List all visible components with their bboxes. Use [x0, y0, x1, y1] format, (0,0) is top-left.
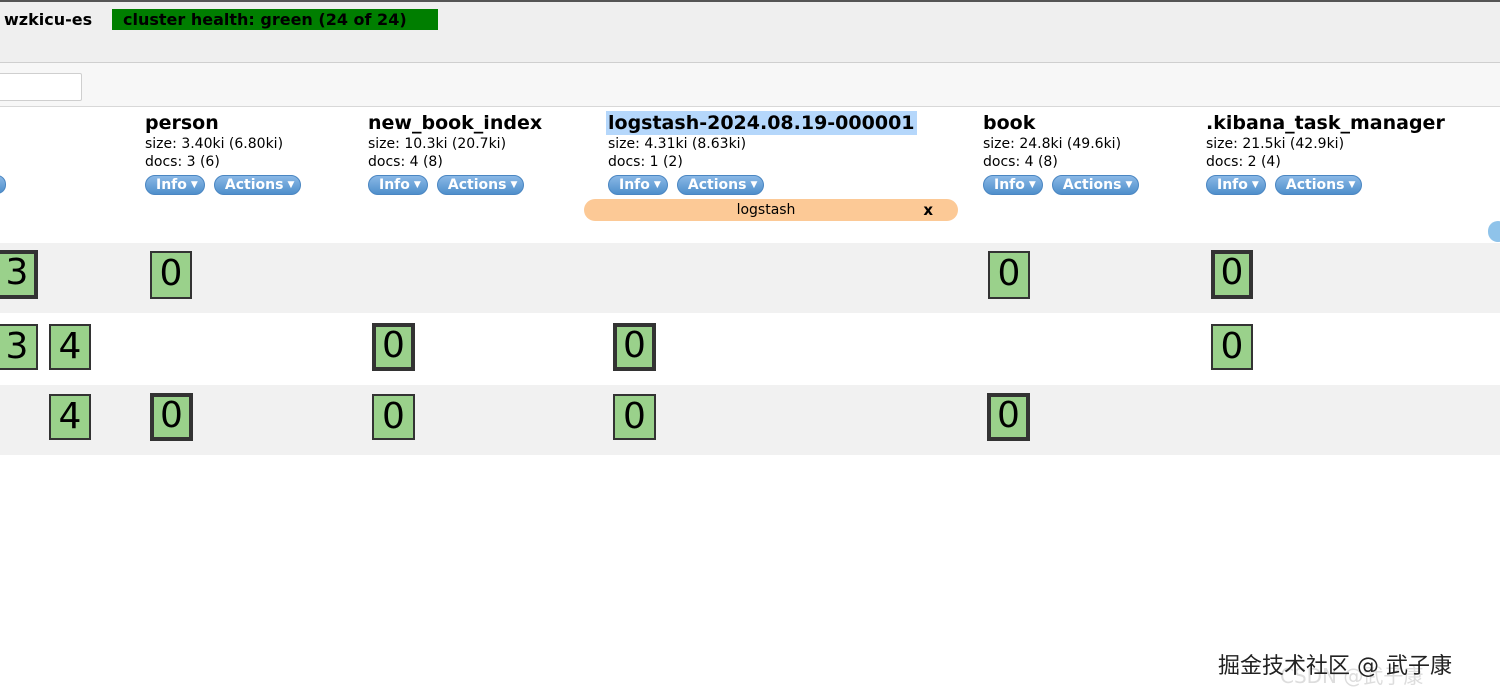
index-name: logstash-2024.08.19-000001 [606, 111, 917, 135]
shard-box[interactable]: 0 [987, 393, 1030, 441]
info-label: Info [994, 177, 1025, 193]
cluster-header: wzkicu-es cluster health: green (24 of 2… [0, 0, 1500, 63]
index-column-person: person size: 3.40ki (6.80ki) docs: 3 (6)… [145, 111, 305, 195]
caret-down-icon: ▼ [750, 180, 758, 190]
actions-button[interactable]: Actions ▼ [436, 175, 525, 195]
caret-down-icon: ▼ [1251, 180, 1259, 190]
shard-box[interactable]: 0 [372, 394, 415, 440]
index-size: size: 24.8ki (49.6ki) [983, 136, 1122, 152]
shard-box[interactable]: 4 [49, 394, 91, 440]
actions-label: Actions [1285, 177, 1345, 193]
node-row: 3 0 0 0 [0, 243, 1500, 313]
caret-down-icon: ▼ [287, 180, 295, 190]
index-name: person [145, 112, 219, 134]
actions-button[interactable]: Actions ▼ [676, 175, 765, 195]
index-column-kibana-task-manager: .kibana_task_manager size: 21.5ki (42.9k… [1206, 111, 1445, 195]
info-button[interactable]: Info ▼ [983, 175, 1043, 195]
shard-box[interactable]: 0 [150, 393, 193, 441]
cluster-name: wzkicu-es [4, 10, 93, 29]
index-docs: docs: 2 (4) [1206, 154, 1281, 170]
index-size: size: 4.31ki (8.63ki) [608, 136, 747, 152]
shard-box[interactable]: 0 [988, 251, 1030, 299]
info-label: Info [619, 177, 650, 193]
index-name: .kibana_task_manager [1206, 112, 1445, 134]
info-button[interactable]: Info ▼ [608, 175, 668, 195]
index-column-logstash: logstash-2024.08.19-000001 size: 4.31ki … [606, 111, 917, 195]
watermark: 掘金技术社区 @ 武子康 [1218, 654, 1452, 679]
index-size: size: 10.3ki (20.7ki) [368, 136, 507, 152]
caret-down-icon: ▼ [653, 180, 661, 190]
partial-info-button[interactable] [0, 175, 6, 194]
actions-label: Actions [687, 177, 747, 193]
alias-close-icon[interactable]: x [923, 199, 933, 221]
caret-down-icon: ▼ [413, 180, 421, 190]
shard-box[interactable]: 0 [613, 323, 656, 371]
caret-down-icon: ▼ [1125, 180, 1133, 190]
shard-box[interactable]: 0 [1211, 324, 1253, 370]
info-label: Info [156, 177, 187, 193]
shard-box[interactable]: 3 [0, 324, 38, 370]
caret-down-icon: ▼ [1028, 180, 1036, 190]
shard-box[interactable]: 0 [372, 323, 415, 371]
actions-label: Actions [447, 177, 507, 193]
shard-box[interactable]: 0 [1211, 250, 1253, 299]
actions-button[interactable]: Actions ▼ [213, 175, 302, 195]
index-docs: docs: 3 (6) [145, 154, 220, 170]
actions-button[interactable]: Actions ▼ [1274, 175, 1363, 195]
info-button[interactable]: Info ▼ [145, 175, 205, 195]
index-size: size: 21.5ki (42.9ki) [1206, 136, 1345, 152]
shard-box[interactable]: 3 [0, 250, 38, 299]
filter-bar [0, 63, 1500, 107]
index-filter-input[interactable] [0, 73, 82, 101]
shard-box[interactable]: 4 [49, 324, 91, 370]
node-row: 3 4 0 0 0 [0, 315, 1500, 385]
node-row: 4 0 0 0 0 [0, 385, 1500, 455]
index-name: book [983, 112, 1036, 134]
actions-button[interactable]: Actions ▼ [1051, 175, 1140, 195]
caret-down-icon: ▼ [510, 180, 518, 190]
actions-label: Actions [224, 177, 284, 193]
index-size: size: 3.40ki (6.80ki) [145, 136, 284, 152]
caret-down-icon: ▼ [190, 180, 198, 190]
alias-label: logstash [736, 202, 796, 218]
actions-label: Actions [1062, 177, 1122, 193]
index-column-book: book size: 24.8ki (49.6ki) docs: 4 (8) I… [983, 111, 1143, 195]
info-button[interactable]: Info ▼ [368, 175, 428, 195]
shard-box[interactable]: 0 [150, 251, 192, 299]
index-column-new-book-index: new_book_index size: 10.3ki (20.7ki) doc… [368, 111, 542, 195]
index-docs: docs: 1 (2) [608, 154, 683, 170]
caret-down-icon: ▼ [1348, 180, 1356, 190]
scroll-handle[interactable] [1488, 221, 1500, 242]
index-docs: docs: 4 (8) [983, 154, 1058, 170]
info-button[interactable]: Info ▼ [1206, 175, 1266, 195]
info-label: Info [1217, 177, 1248, 193]
index-docs: docs: 4 (8) [368, 154, 443, 170]
info-label: Info [379, 177, 410, 193]
shard-box[interactable]: 0 [613, 394, 656, 440]
cluster-health-badge: cluster health: green (24 of 24) [112, 9, 438, 30]
alias-logstash[interactable]: logstash x [584, 199, 958, 221]
index-name: new_book_index [368, 112, 543, 134]
